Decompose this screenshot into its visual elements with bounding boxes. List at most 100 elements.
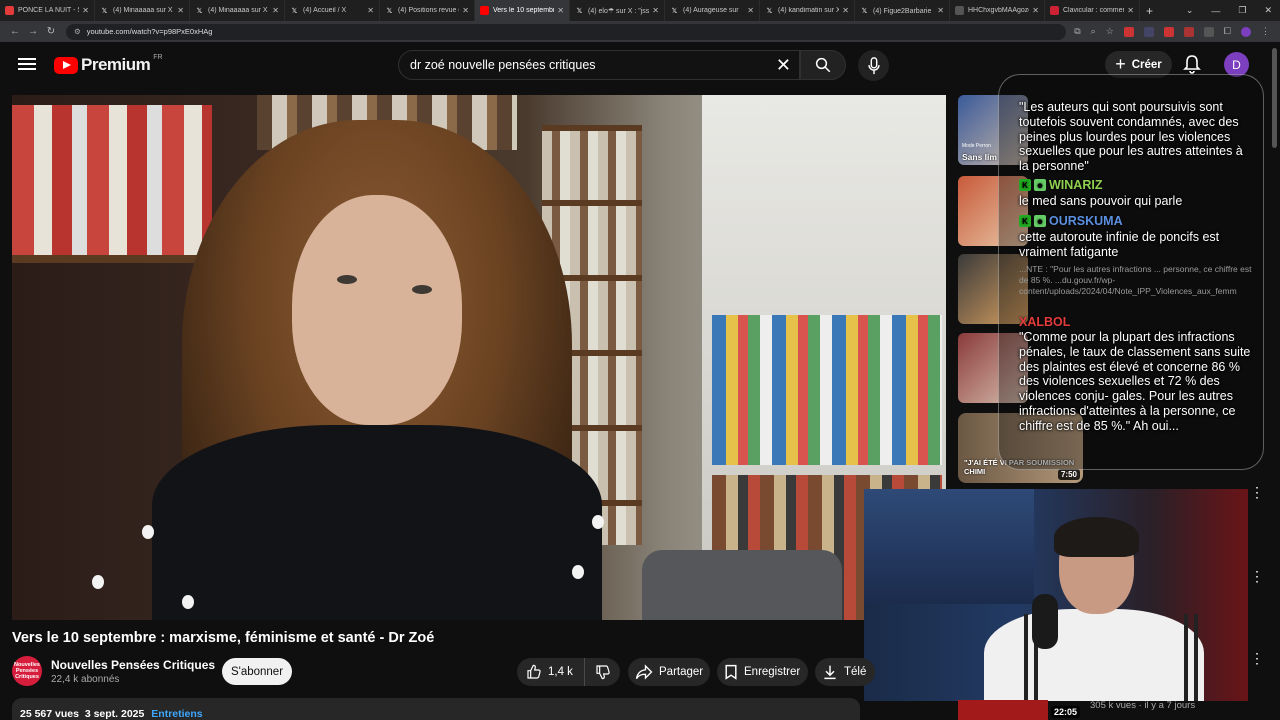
close-window-icon[interactable]: ✕	[1264, 5, 1272, 16]
browser-tab[interactable]: 𝕏 (4) Aurageuse sur ✕	[665, 0, 760, 21]
x-icon: 𝕏	[291, 7, 298, 15]
download-button[interactable]: Télé	[815, 658, 875, 686]
extension-icon[interactable]	[1183, 26, 1194, 37]
microphone	[1032, 594, 1058, 649]
forward-icon[interactable]: →	[24, 26, 42, 37]
browser-tab-strip: PONCE LA NUIT - SAIS✕ 𝕏(4) Minaaaaa sur …	[0, 0, 1280, 21]
reload-icon[interactable]: ↻	[42, 26, 60, 37]
x-icon: 𝕏	[766, 7, 773, 15]
more-options-icon[interactable]: ⋮	[1250, 651, 1264, 665]
youtube-icon	[480, 6, 489, 15]
close-tab-icon[interactable]: ✕	[272, 6, 279, 15]
clear-search-icon[interactable]: ✕	[776, 55, 791, 76]
x-icon: 𝕏	[576, 7, 583, 15]
window-controls: ⌄ — ❐ ✕	[1186, 0, 1272, 21]
hashtag-link[interactable]: Entretiens	[151, 708, 202, 720]
zoom-icon[interactable]: ⌕	[1091, 26, 1096, 37]
video-duration: 22:05	[1051, 706, 1081, 718]
youtube-play-icon	[54, 56, 78, 74]
hamburger-menu-icon[interactable]	[18, 55, 36, 73]
download-icon	[824, 665, 836, 680]
close-tab-icon[interactable]: ✕	[1032, 6, 1039, 15]
channel-avatar[interactable]: Nouvelles Pensées Critiques	[12, 656, 42, 686]
browser-tab[interactable]: 𝕏 (4) Minaaaaa sur X : " ✕	[190, 0, 285, 21]
close-tab-icon[interactable]: ✕	[842, 6, 849, 15]
x-icon: 𝕏	[386, 7, 393, 15]
chrome-menu-icon[interactable]: ⋮	[1261, 26, 1270, 37]
subscribe-button[interactable]: S'abonner	[222, 658, 292, 685]
image-icon	[955, 6, 964, 15]
x-icon: 𝕏	[101, 7, 108, 15]
x-icon: 𝕏	[861, 7, 868, 15]
save-button[interactable]: Enregistrer	[717, 658, 808, 686]
extension-icon[interactable]	[1163, 26, 1174, 37]
close-tab-icon[interactable]: ✕	[1127, 6, 1134, 15]
streamer-webcam	[864, 489, 1248, 701]
video-player[interactable]	[12, 95, 946, 620]
browser-tab[interactable]: HHChxgvbMAAgozc.jp✕	[950, 0, 1045, 21]
badge-icon: ☻	[1034, 179, 1046, 191]
bookmark-star-icon[interactable]: ☆	[1106, 26, 1114, 37]
close-tab-icon[interactable]: ✕	[747, 6, 754, 15]
bookmark-icon	[725, 664, 737, 680]
extension-icon[interactable]	[1203, 26, 1214, 37]
profile-icon[interactable]	[1241, 26, 1251, 37]
speaker-body	[152, 425, 602, 620]
browser-tab[interactable]: 𝕏(4) elo☂ sur X : "jss re✕	[570, 0, 665, 21]
search-input[interactable]: dr zoé nouvelle pensées critiques ✕	[398, 50, 800, 80]
browser-tab[interactable]: 𝕏(4) Positions revue (@p✕	[380, 0, 475, 21]
badge-icon: K	[1019, 179, 1031, 191]
close-tab-icon[interactable]: ✕	[177, 6, 184, 15]
streamer-hair	[1054, 517, 1139, 557]
channel-name[interactable]: Nouvelles Pensées Critiques	[51, 658, 215, 672]
browser-tab[interactable]: 𝕏(4) kandimatin sur X : "✕	[760, 0, 855, 21]
like-dislike-group: 1,4 k	[517, 658, 620, 686]
url-field[interactable]: ⚙ youtube.com/watch?v=p98PxE0xHAg	[66, 23, 1066, 40]
new-tab-icon[interactable]: +	[1146, 4, 1153, 18]
monitor	[864, 489, 1034, 604]
badge-icon: K	[1019, 215, 1031, 227]
puzzle-icon[interactable]: ⧠	[1224, 26, 1231, 37]
more-options-icon[interactable]: ⋮	[1250, 485, 1264, 499]
extension-icon[interactable]	[1123, 26, 1134, 37]
youtube-premium-logo[interactable]: Premium FR	[54, 54, 163, 75]
video-title: Vers le 10 septembre : marxisme, féminis…	[12, 630, 435, 646]
back-icon[interactable]: ←	[6, 26, 24, 37]
share-button[interactable]: Partager	[628, 658, 710, 686]
search-button[interactable]	[800, 50, 846, 80]
site-info-icon[interactable]: ⚙	[74, 27, 81, 36]
browser-tab[interactable]: Clavicular : comment ✕	[1045, 0, 1140, 21]
close-tab-icon[interactable]: ✕	[462, 6, 469, 15]
chat-username: XALBOL	[1019, 315, 1071, 329]
extension-toolbar: ⧉ ⌕ ☆ ⧠ ⋮	[1074, 21, 1270, 42]
browser-tab[interactable]: 𝕏 (4) Minaaaaa sur X : " ✕	[95, 0, 190, 21]
voice-search-button[interactable]	[858, 50, 889, 81]
browser-tab[interactable]: 𝕏 (4) Accueil / X ✕	[285, 0, 380, 21]
thumbs-down-icon	[595, 665, 610, 680]
close-tab-icon[interactable]: ✕	[937, 6, 944, 15]
close-tab-icon[interactable]: ✕	[652, 6, 659, 15]
more-options-icon[interactable]: ⋮	[1250, 569, 1264, 583]
like-button[interactable]: 1,4 k	[517, 658, 585, 686]
close-tab-icon[interactable]: ✕	[367, 6, 374, 15]
tab-search-icon[interactable]: ⌄	[1186, 5, 1194, 16]
chat-message: "Les auteurs qui sont poursuivis sont to…	[1019, 100, 1243, 174]
plus-icon: +	[1115, 54, 1126, 74]
page-scrollbar[interactable]	[1272, 48, 1277, 148]
chat-message: "Comme pour la plupart des infractions p…	[1019, 330, 1251, 433]
maximize-icon[interactable]: ❐	[1238, 5, 1246, 16]
dislike-button[interactable]	[585, 658, 620, 686]
install-icon[interactable]: ⧉	[1074, 26, 1080, 37]
recommendation-meta: 305 k vues · il y a 7 jours	[1090, 700, 1196, 711]
share-icon	[635, 664, 653, 680]
close-tab-icon[interactable]: ✕	[557, 6, 564, 15]
thumbs-up-icon	[527, 664, 541, 679]
browser-tab[interactable]: PONCE LA NUIT - SAIS✕	[0, 0, 95, 21]
close-tab-icon[interactable]: ✕	[82, 6, 89, 15]
extension-icon[interactable]	[1143, 26, 1154, 37]
recommendation-thumbnail[interactable]	[958, 700, 1048, 720]
minimize-icon[interactable]: —	[1211, 6, 1220, 16]
browser-tab-active[interactable]: Vers le 10 septembre ✕	[475, 0, 570, 21]
microphone-icon	[867, 56, 880, 74]
browser-tab[interactable]: 𝕏(4) Figue2Barbarie ✖ s✕	[855, 0, 950, 21]
